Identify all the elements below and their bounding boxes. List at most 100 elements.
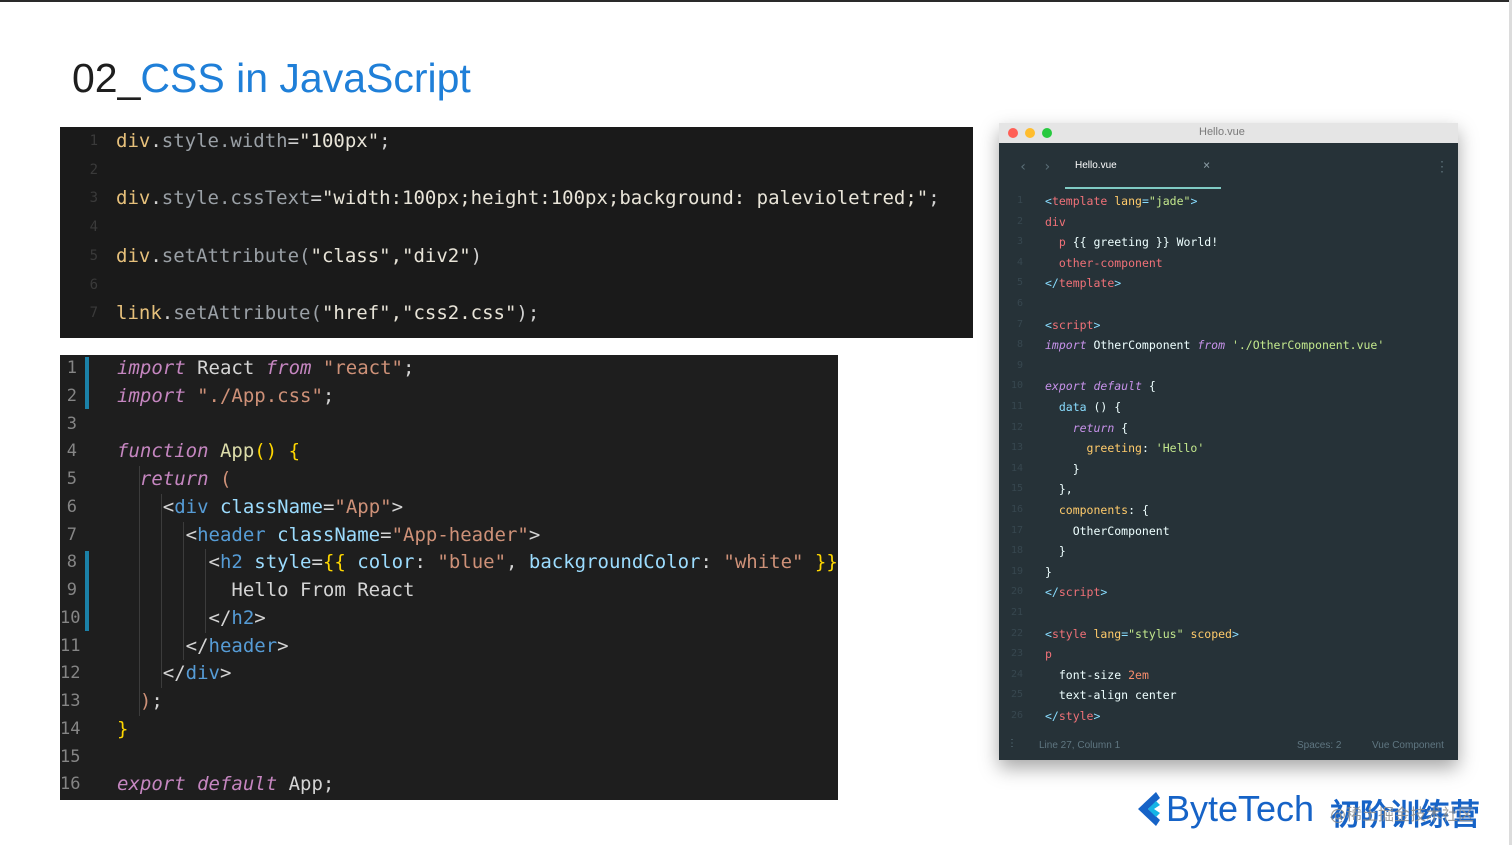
code-line: 1 import React from "react"; xyxy=(60,355,838,383)
line-number: 6 xyxy=(66,496,77,517)
code-line: 20 </script> xyxy=(999,582,1458,603)
code-token: </ xyxy=(1045,709,1059,723)
code-token: } xyxy=(1045,564,1052,579)
slide-title-text: CSS in JavaScript xyxy=(140,55,471,101)
code-line: 25 text-align center xyxy=(999,685,1458,706)
line-number: 3 xyxy=(66,413,77,434)
code-token: "./App.css" xyxy=(185,384,323,407)
code-text: text-align center xyxy=(1045,685,1177,706)
code-token: div xyxy=(116,244,151,267)
code-token: div xyxy=(174,495,209,518)
code-token: import xyxy=(1045,338,1087,353)
code-token: ; xyxy=(928,187,940,210)
code-text: }, xyxy=(1045,479,1073,500)
code-token: template xyxy=(1058,276,1115,291)
react-code-panel: 1 import React from "react"; 2 import "./Ap… xyxy=(60,355,838,800)
more-menu-icon[interactable]: ⋮ xyxy=(1435,159,1449,175)
code-line: 6 <div className="App"> xyxy=(60,494,838,522)
code-token: export default xyxy=(1045,379,1142,394)
code-line: 11 data () { xyxy=(999,397,1458,418)
code-token: header xyxy=(197,523,266,546)
code-line: 14} xyxy=(60,716,838,744)
code-token: color xyxy=(345,551,415,574)
code-text: <script> xyxy=(1045,315,1100,336)
code-token: setAttribute( xyxy=(161,244,311,267)
zoom-window-dot[interactable] xyxy=(1042,128,1052,138)
code-text: greeting: 'Hello' xyxy=(1045,438,1205,459)
code-token: }} xyxy=(803,551,838,574)
line-number: 16 xyxy=(1010,504,1023,515)
line-number: 4 xyxy=(89,219,98,236)
close-window-dot[interactable] xyxy=(1008,128,1018,138)
code-token: scoped xyxy=(1183,626,1232,641)
line-number: 20 xyxy=(1010,586,1023,598)
code-token: Hello From React xyxy=(231,579,415,601)
line-number: 9 xyxy=(66,580,77,600)
code-token: < xyxy=(1045,317,1052,332)
line-number: 2 xyxy=(1016,215,1023,227)
bytetech-mark-icon xyxy=(1138,792,1160,826)
tab-close-icon[interactable]: × xyxy=(1203,158,1210,172)
back-arrow-icon[interactable]: ‹ xyxy=(1019,159,1027,175)
code-text: <style lang="stylus" scoped> xyxy=(1045,624,1239,645)
line-number: 4 xyxy=(66,441,77,462)
code-token: . xyxy=(150,244,162,267)
line-number: 1 xyxy=(89,133,98,149)
code-token: App; xyxy=(277,773,335,796)
code-token: div xyxy=(116,130,151,152)
code-token: App xyxy=(208,440,255,463)
code-token: 'Hello' xyxy=(1155,441,1205,456)
code-token: < xyxy=(162,495,175,518)
code-line: 4 xyxy=(60,213,973,241)
code-token: from xyxy=(265,357,312,379)
code-token: > xyxy=(1093,709,1101,723)
minimize-window-dot[interactable] xyxy=(1025,128,1035,138)
code-token: div xyxy=(185,662,220,685)
code-token: > xyxy=(219,662,232,685)
line-number: 15 xyxy=(1010,483,1023,495)
code-text: div xyxy=(1045,212,1066,233)
vue-editor-window: Hello.vue ‹ › Hello.vue × ⋮ 1 <template l… xyxy=(999,123,1458,760)
code-line: 5 </template> xyxy=(999,273,1458,294)
code-token: lang xyxy=(1086,626,1122,641)
code-token: ; xyxy=(322,384,335,407)
logo-brand-text: ByteTech xyxy=(1166,788,1315,829)
code-token: > xyxy=(1231,626,1239,641)
code-token: setAttribute( xyxy=(173,302,322,325)
code-token: "class","div2" xyxy=(310,244,471,267)
code-token: p xyxy=(1058,235,1066,250)
status-indentation[interactable]: Spaces: 2 xyxy=(1297,740,1341,751)
code-token: = xyxy=(287,130,300,152)
code-token: default xyxy=(197,773,278,796)
code-text: </header> xyxy=(117,633,289,661)
line-number: 2 xyxy=(66,385,77,406)
code-token: return xyxy=(1072,420,1115,435)
line-number: 6 xyxy=(1016,298,1023,309)
code-token: return xyxy=(139,468,209,490)
code-token: : xyxy=(700,551,724,574)
code-token: </ xyxy=(185,634,209,657)
code-text: return { xyxy=(1045,418,1128,439)
top-border xyxy=(0,0,1512,2)
line-number: 5 xyxy=(89,247,98,264)
code-token: lang xyxy=(1107,194,1142,208)
forward-arrow-icon[interactable]: › xyxy=(1043,159,1051,175)
code-token: : xyxy=(1141,441,1156,456)
code-text: <h2 style={{ color: "blue", backgroundCo… xyxy=(117,549,838,577)
code-text: <template lang="jade"> xyxy=(1045,191,1197,212)
code-token: "App-header" xyxy=(391,523,529,546)
code-token: "href","css2.css" xyxy=(321,302,517,325)
dom-style-code-panel: 1 div.style.width="100px"; 2 3 div.style.css… xyxy=(60,127,973,338)
status-language[interactable]: Vue Component xyxy=(1372,740,1444,751)
tab-hello-vue[interactable]: Hello.vue xyxy=(1075,160,1117,171)
code-line: 2 import "./App.css"; xyxy=(60,383,838,411)
line-number: 9 xyxy=(1016,359,1023,371)
code-line: 2 div xyxy=(999,212,1458,233)
line-number: 14 xyxy=(1010,462,1023,474)
code-token: OtherComponent xyxy=(1045,523,1170,538)
